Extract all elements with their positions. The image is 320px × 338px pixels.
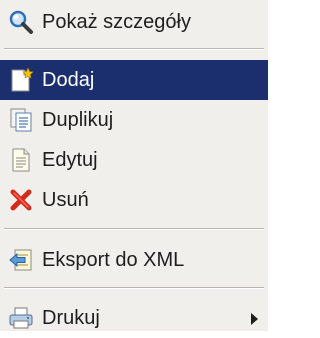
menu-item-edit[interactable]: Edytuj [0,140,268,180]
menu-item-add[interactable]: Dodaj [0,60,268,100]
menu-separator [4,48,264,50]
new-document-icon [8,67,34,93]
menu-item-label: Pokaż szczegóły [42,11,191,33]
edit-document-icon [8,147,34,173]
menu-item-duplicate[interactable]: Duplikuj [0,100,268,140]
menu-item-label: Usuń [42,189,89,211]
menu-separator [4,228,264,230]
menu-item-label: Drukuj [42,307,100,329]
menu-item-label: Dodaj [42,69,95,91]
menu-item-print[interactable]: Drukuj [0,298,268,338]
printer-icon [8,305,34,331]
menu-separator [4,287,264,289]
menu-item-show-details[interactable]: Pokaż szczegóły [0,2,268,42]
export-arrow-icon [8,247,34,273]
menu-item-label: Eksport do XML [42,249,185,271]
duplicate-document-icon [8,107,34,133]
delete-x-icon [8,187,34,213]
menu-item-export-xml[interactable]: Eksport do XML [0,240,268,280]
menu-item-label: Duplikuj [42,109,114,131]
context-menu: Pokaż szczegóły Dodaj Duplikuj Edytuj Us… [0,0,268,331]
menu-item-delete[interactable]: Usuń [0,180,268,220]
submenu-arrow-icon [251,313,258,325]
menu-item-label: Edytuj [42,149,98,171]
magnifier-icon [8,9,34,35]
